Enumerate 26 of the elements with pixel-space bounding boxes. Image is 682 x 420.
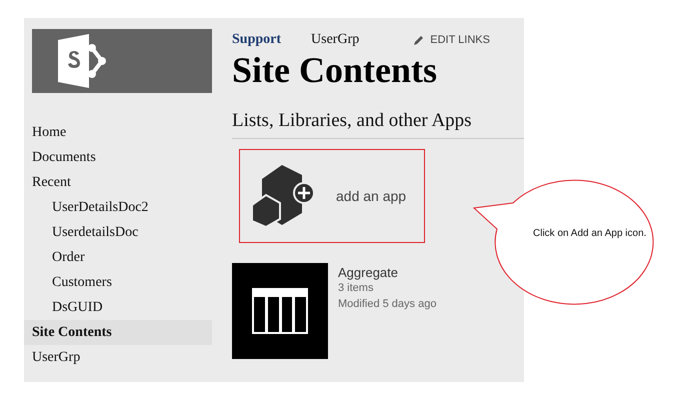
nav-link[interactable]: Order — [24, 245, 212, 270]
nav-link[interactable]: UserDetailsDoc2 — [24, 195, 212, 220]
modified-date: Modified 5 days ago — [338, 297, 436, 312]
list-title[interactable]: Aggregate — [338, 265, 436, 280]
nav-link[interactable]: UserGrp — [24, 345, 212, 370]
pencil-icon — [413, 34, 424, 46]
add-app-label: add an app — [336, 188, 406, 204]
top-nav-link[interactable]: UserGrp — [311, 32, 360, 48]
table-icon — [251, 287, 309, 335]
edit-links-link[interactable]: EDIT LINKS — [430, 34, 490, 46]
add-app-tile[interactable]: add an app — [239, 149, 425, 243]
section-title: Lists, Libraries, and other Apps — [232, 110, 524, 139]
nav-link[interactable]: Home — [24, 120, 212, 145]
item-count: 3 items — [338, 281, 374, 296]
callout-text: Click on Add an App icon. — [533, 227, 648, 241]
page-title: Site Contents — [232, 50, 438, 90]
logo-icon — [58, 34, 108, 88]
nav-link[interactable]: Site Contents — [24, 320, 212, 345]
hexagon-plus-icon — [252, 165, 316, 227]
nav-link[interactable]: Recent — [24, 170, 212, 195]
list-tile[interactable] — [232, 263, 328, 359]
nav-link[interactable]: UserdetailsDoc — [24, 220, 212, 245]
nav-link[interactable]: DsGUID — [24, 295, 212, 320]
top-nav-link[interactable]: Support — [232, 32, 282, 48]
nav-link[interactable]: Documents — [24, 145, 212, 170]
nav-link[interactable]: Customers — [24, 270, 212, 295]
